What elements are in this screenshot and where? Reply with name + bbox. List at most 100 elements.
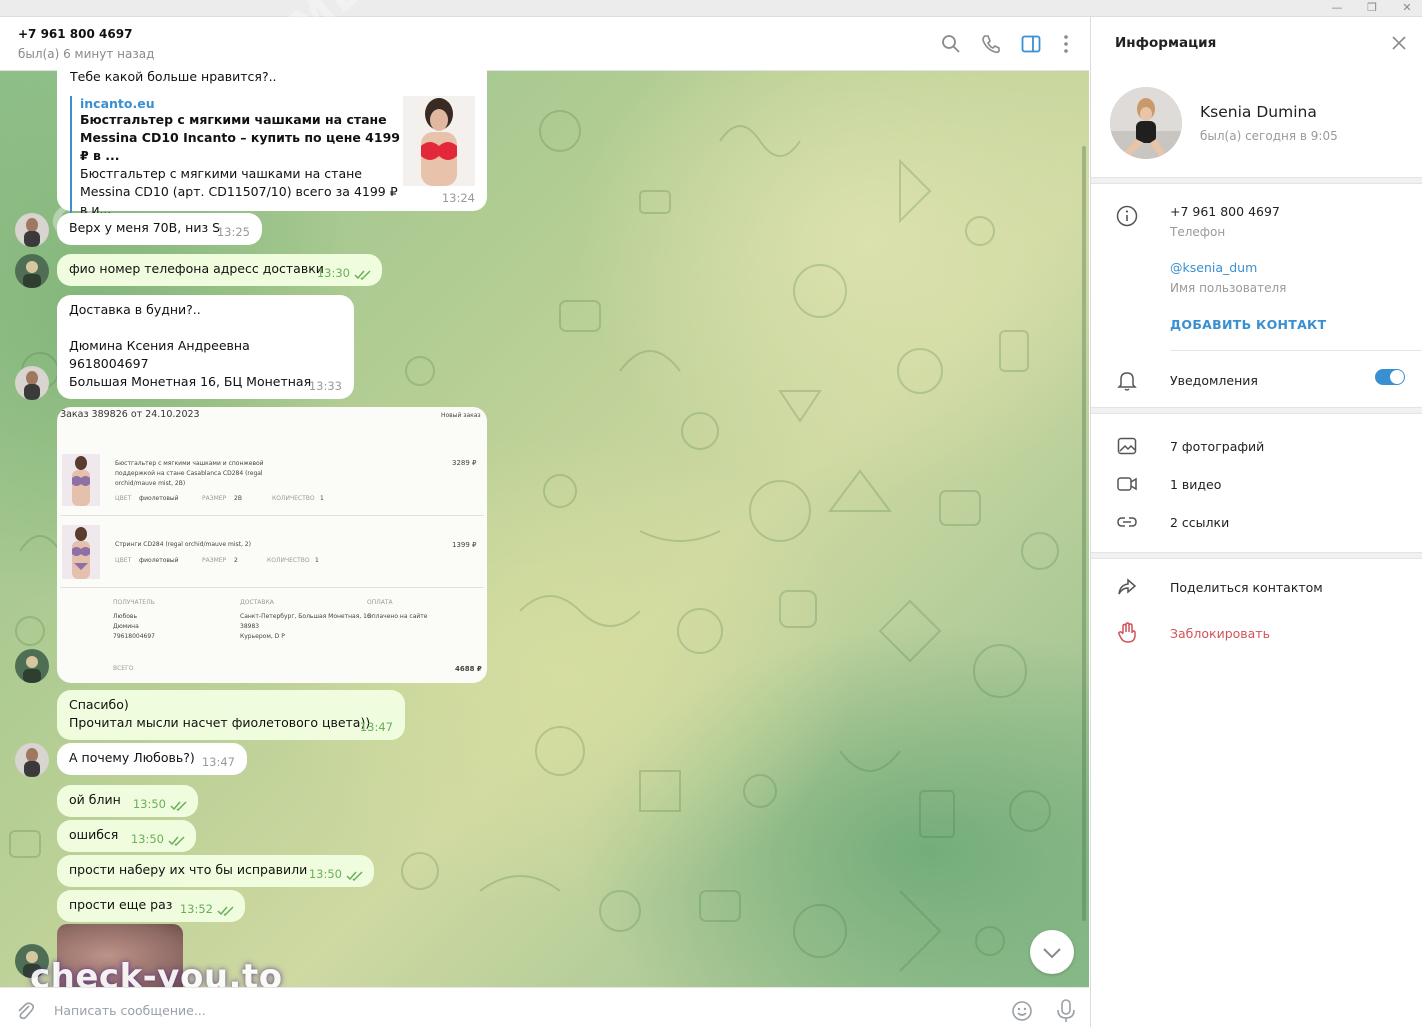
message-text: фио номер телефона адресс доставки bbox=[69, 261, 324, 276]
recipient-line: Дюмина bbox=[113, 623, 139, 630]
order-status: Новый заказ bbox=[441, 412, 481, 419]
total-value: 4688 ₽ bbox=[455, 665, 482, 673]
more-icon[interactable] bbox=[1055, 33, 1077, 55]
phone-icon[interactable] bbox=[980, 33, 1002, 55]
close-window-button[interactable]: ✕ bbox=[1392, 0, 1422, 17]
item-color: фиолетовый bbox=[139, 557, 179, 564]
message-input[interactable]: Написать сообщение... bbox=[54, 1003, 206, 1018]
message-time: 13:47 bbox=[201, 755, 235, 769]
panel-title: Информация bbox=[1115, 35, 1217, 51]
link-preview-image[interactable] bbox=[403, 96, 475, 186]
message-time: 13:50 bbox=[130, 832, 164, 846]
message-composer: Написать сообщение... bbox=[0, 987, 1089, 1027]
delivery-line: Санкт-Петербург, Большая Монетная, 16 bbox=[240, 613, 371, 620]
notifications-label: Уведомления bbox=[1170, 373, 1258, 388]
product-image bbox=[62, 525, 100, 579]
info-panel: Информация Ksenia Dumina был(а) сегодня … bbox=[1090, 17, 1422, 1027]
item-qty: 1 bbox=[315, 557, 319, 564]
read-check-icon bbox=[354, 270, 371, 280]
message-bubble[interactable]: ой блин 13:50 bbox=[57, 785, 198, 817]
item-name: Стринги CD284 (regal orchid/mauve mist, … bbox=[115, 541, 251, 548]
message-line: Прочитал мысли насчет фиолетового цвета)… bbox=[69, 715, 371, 730]
avatar[interactable] bbox=[15, 743, 49, 777]
toggle-knob bbox=[1390, 370, 1404, 384]
attach-icon[interactable] bbox=[14, 1000, 36, 1022]
product-image bbox=[62, 454, 100, 506]
message-line: Дюмина Ксения Андреевна bbox=[69, 338, 250, 353]
message-time: 13:50 bbox=[308, 867, 342, 881]
restore-button[interactable]: ❐ bbox=[1357, 0, 1387, 17]
message-time: 13:30 bbox=[316, 266, 350, 280]
notifications-toggle[interactable] bbox=[1375, 369, 1405, 385]
item-color: фиолетовый bbox=[139, 495, 179, 502]
avatar[interactable] bbox=[15, 254, 49, 288]
section-separator bbox=[1091, 407, 1422, 414]
avatar[interactable] bbox=[15, 649, 49, 683]
link-description: Бюстгальтер с мягкими чашками на стане M… bbox=[80, 166, 398, 217]
divider bbox=[1170, 350, 1422, 351]
item-price: 3289 ₽ bbox=[452, 459, 477, 467]
item-qty-label: КОЛИЧЕСТВО bbox=[267, 557, 310, 564]
delivery-line: 38983 bbox=[240, 623, 260, 630]
chat-status: был(а) 6 минут назад bbox=[18, 47, 155, 61]
chat-scrollbar[interactable] bbox=[1082, 146, 1086, 921]
payment-label: ОПЛАТА bbox=[367, 599, 393, 606]
add-contact-button[interactable]: ДОБАВИТЬ КОНТАКТ bbox=[1170, 317, 1326, 332]
message-bubble[interactable]: фио номер телефона адресс доставки 13:30 bbox=[57, 254, 382, 286]
phone-number[interactable]: +7 961 800 4697 bbox=[1170, 204, 1280, 219]
message-time: 13:47 bbox=[359, 720, 393, 734]
delivery-label: ДОСТАВКА bbox=[240, 599, 274, 606]
message-bubble[interactable]: Верх у меня 70В, низ S 13:25 bbox=[57, 213, 262, 245]
minimize-button[interactable]: — bbox=[1322, 0, 1352, 17]
message-bubble[interactable]: А почему Любовь?) 13:47 bbox=[57, 743, 247, 775]
link-title: Бюстгальтер с мягкими чашками на стане M… bbox=[80, 112, 400, 163]
read-check-icon bbox=[346, 871, 363, 881]
message-bubble[interactable]: ошибся 13:50 bbox=[57, 820, 196, 852]
links-link[interactable]: 2 ссылки bbox=[1170, 515, 1229, 530]
microphone-icon[interactable] bbox=[1054, 998, 1078, 1024]
item-color-label: ЦВЕТ bbox=[115, 495, 132, 502]
block-button[interactable]: Заблокировать bbox=[1170, 626, 1270, 641]
share-icon bbox=[1118, 578, 1137, 595]
read-check-icon bbox=[168, 836, 185, 846]
emoji-icon[interactable] bbox=[1010, 999, 1034, 1023]
close-icon[interactable] bbox=[1391, 35, 1407, 51]
recipient-label: ПОЛУЧАТЕЛЬ bbox=[113, 599, 155, 606]
item-size-label: РАЗМЕР bbox=[202, 495, 227, 502]
message-time: 13:50 bbox=[132, 797, 166, 811]
profile-avatar[interactable] bbox=[1110, 87, 1182, 159]
videos-link[interactable]: 1 видео bbox=[1170, 477, 1221, 492]
item-size-label: РАЗМЕР bbox=[202, 557, 227, 564]
share-contact-button[interactable]: Поделиться контактом bbox=[1170, 580, 1323, 595]
chat-title[interactable]: +7 961 800 4697 bbox=[18, 27, 132, 41]
message-bubble[interactable]: прости наберу их что бы исправили 13:50 bbox=[57, 855, 374, 887]
username-link[interactable]: @ksenia_dum bbox=[1170, 260, 1257, 275]
message-bubble[interactable]: прости еще раз 13:52 bbox=[57, 890, 245, 922]
payment-value: Оплачено на сайте bbox=[367, 613, 428, 620]
avatar[interactable] bbox=[15, 366, 49, 400]
order-header: Заказ 389826 от 24.10.2023 bbox=[60, 409, 200, 420]
total-label: ВСЕГО bbox=[113, 665, 134, 672]
read-check-icon bbox=[170, 801, 187, 811]
message-time: 13:25 bbox=[216, 225, 250, 239]
block-hand-icon bbox=[1118, 622, 1136, 643]
phone-label: Телефон bbox=[1170, 225, 1226, 239]
message-text: прости еще раз bbox=[69, 897, 173, 912]
message-line: Большая Монетная 16, БЦ Монетная bbox=[69, 374, 312, 389]
message-time: 13:52 bbox=[179, 902, 213, 916]
sidebar-toggle-icon[interactable] bbox=[1020, 33, 1042, 55]
photos-link[interactable]: 7 фотографий bbox=[1170, 439, 1264, 454]
message-text: А почему Любовь?) bbox=[69, 750, 195, 765]
item-qty-label: КОЛИЧЕСТВО bbox=[272, 495, 315, 502]
search-icon[interactable] bbox=[940, 33, 962, 55]
avatar[interactable] bbox=[15, 213, 49, 247]
section-separator bbox=[1091, 552, 1422, 559]
order-screenshot[interactable]: Заказ 389826 от 24.10.2023 Новый заказ Б… bbox=[57, 407, 487, 683]
message-bubble[interactable]: Доставка в будни?.. Дюмина Ксения Андрее… bbox=[57, 295, 354, 399]
message-line: Спасибо) bbox=[69, 697, 129, 712]
chevron-down-icon bbox=[1043, 948, 1061, 959]
message-bubble[interactable]: Спасибо) Прочитал мысли насчет фиолетово… bbox=[57, 690, 405, 740]
item-name: Бюстгальтер с мягкими чашками и спонжево… bbox=[115, 460, 264, 487]
link-icon bbox=[1117, 517, 1137, 527]
scroll-down-button[interactable] bbox=[1030, 930, 1074, 974]
